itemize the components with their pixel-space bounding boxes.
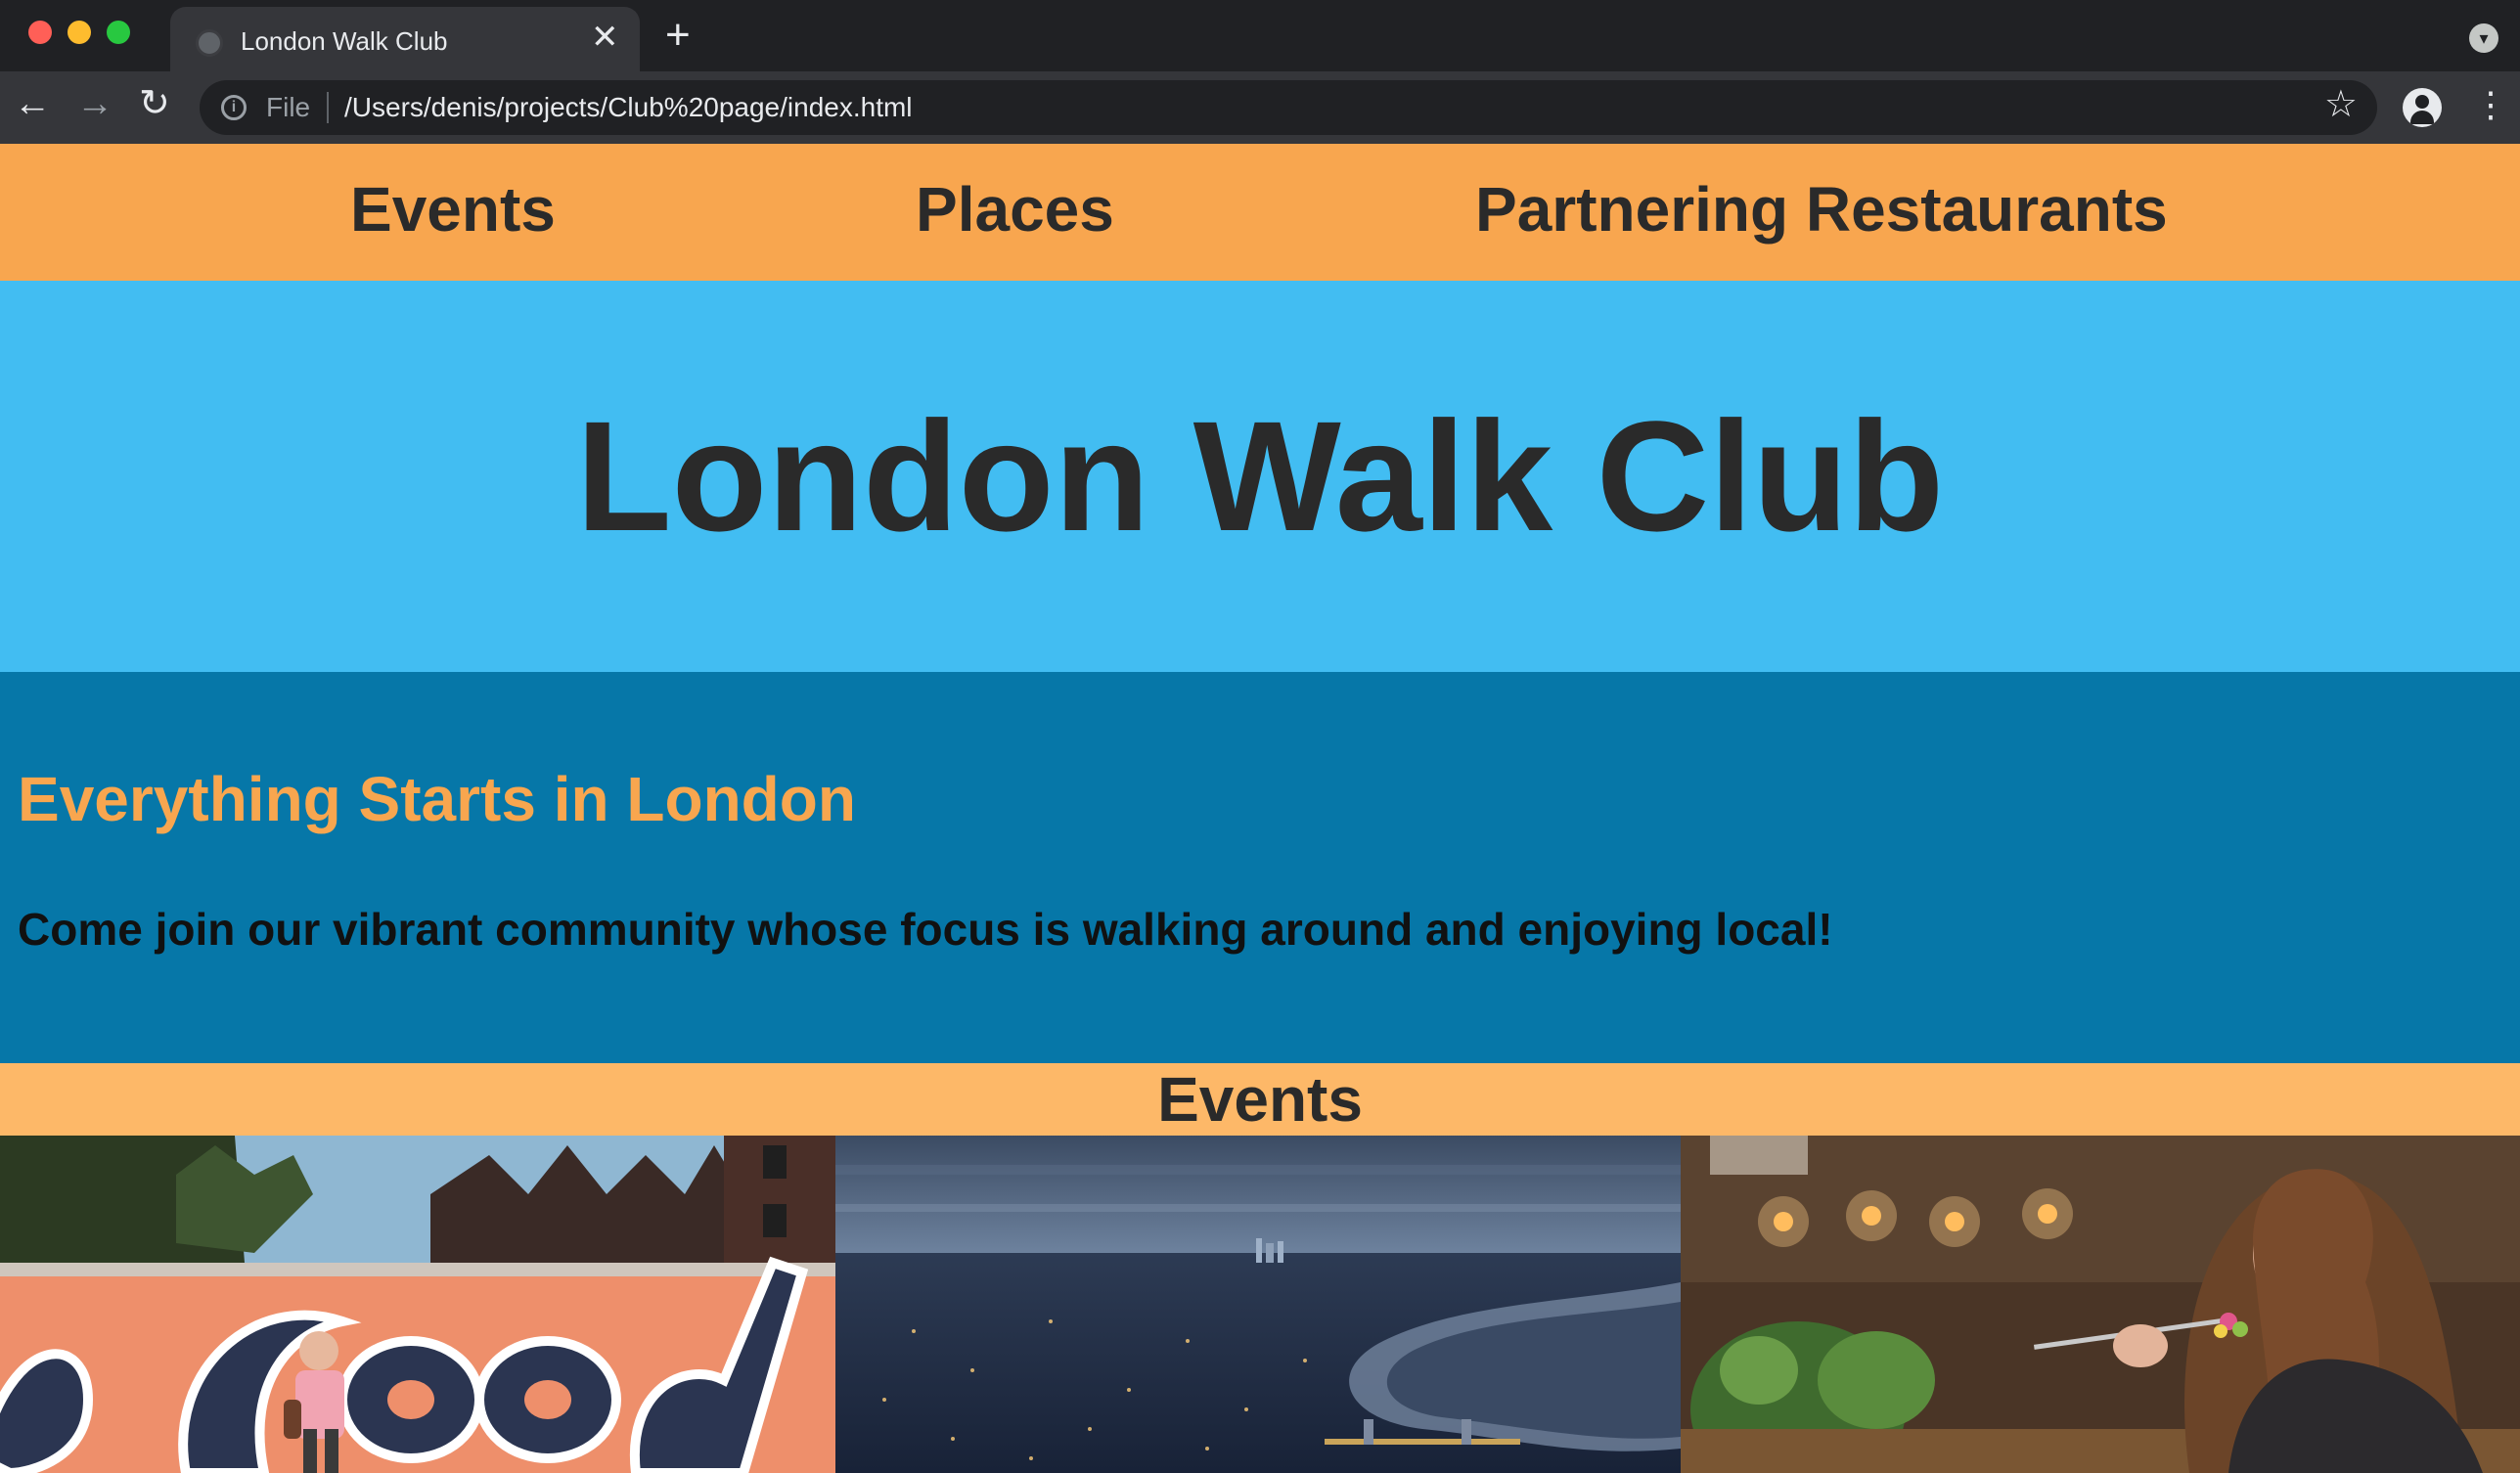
back-button[interactable]: ← bbox=[14, 85, 51, 122]
avatar-body bbox=[2410, 111, 2434, 124]
browser-tab[interactable]: London Walk Club ✕ bbox=[170, 7, 640, 71]
file-scheme-label: File bbox=[266, 92, 311, 122]
site-navigation: Events Places Partnering Restaurants bbox=[0, 144, 2520, 281]
close-tab-icon[interactable]: ✕ bbox=[591, 21, 619, 54]
address-divider bbox=[327, 92, 329, 123]
intro-text: Come join our vibrant community whose fo… bbox=[18, 904, 1833, 955]
nav-link-events[interactable]: Events bbox=[350, 173, 556, 246]
avatar-head bbox=[2415, 95, 2429, 109]
event-photo-restaurant-diner bbox=[1681, 1136, 2520, 1473]
events-gallery bbox=[0, 1136, 2520, 1473]
events-heading: Events bbox=[1157, 1064, 1363, 1135]
browser-toolbar: ← → ↻ i File /Users/denis/projects/Club%… bbox=[0, 71, 2520, 144]
url-text[interactable]: /Users/denis/projects/Club%20page/index.… bbox=[344, 92, 913, 123]
events-section-header: Events bbox=[0, 1063, 2520, 1136]
browser-menu-icon[interactable]: ⋮ bbox=[2473, 87, 2508, 122]
profile-avatar-icon[interactable] bbox=[2403, 88, 2442, 127]
tab-search-button[interactable]: ▾ bbox=[2469, 23, 2498, 53]
web-page: Events Places Partnering Restaurants Lon… bbox=[0, 144, 2520, 1473]
site-title: London Walk Club bbox=[575, 388, 1945, 563]
minimize-window-button[interactable] bbox=[68, 21, 91, 44]
event-photo-graffiti-walker bbox=[0, 1136, 835, 1473]
reload-button[interactable]: ↻ bbox=[139, 85, 170, 122]
bookmark-star-icon[interactable]: ☆ bbox=[2324, 86, 2358, 123]
info-icon[interactable]: i bbox=[221, 95, 247, 120]
close-window-button[interactable] bbox=[28, 21, 52, 44]
intro-section: Everything Starts in London Come join ou… bbox=[0, 672, 2520, 1063]
tab-title: London Walk Club bbox=[241, 26, 448, 56]
globe-icon bbox=[196, 29, 223, 57]
maximize-window-button[interactable] bbox=[107, 21, 130, 44]
nav-link-partnering-restaurants[interactable]: Partnering Restaurants bbox=[1475, 173, 2168, 246]
intro-heading: Everything Starts in London bbox=[18, 764, 856, 834]
event-photo-london-aerial bbox=[835, 1136, 1681, 1473]
hero-banner: London Walk Club bbox=[0, 281, 2520, 672]
browser-tab-bar: London Walk Club ✕ + ▾ bbox=[0, 0, 2520, 71]
forward-button[interactable]: → bbox=[76, 85, 113, 122]
new-tab-button[interactable]: + bbox=[665, 14, 691, 57]
nav-link-places[interactable]: Places bbox=[916, 173, 1114, 246]
address-bar[interactable]: i File /Users/denis/projects/Club%20page… bbox=[200, 80, 2377, 135]
